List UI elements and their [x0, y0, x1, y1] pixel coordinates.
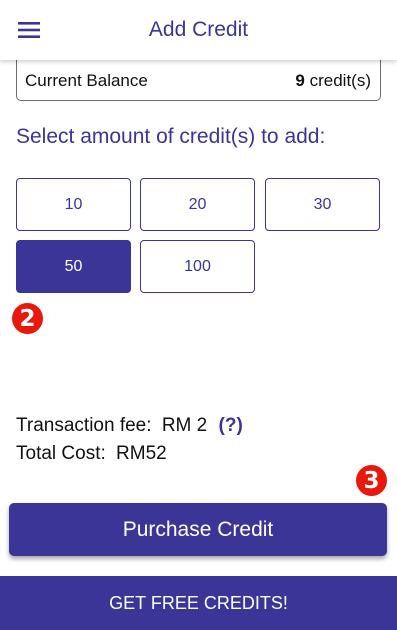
amount-option-20[interactable]: 20	[140, 178, 255, 231]
amount-option-100[interactable]: 100	[140, 240, 255, 293]
amount-option-50[interactable]: 50	[16, 240, 131, 293]
step-3-marker: 3	[356, 465, 387, 496]
select-amount-heading: Select amount of credit(s) to add:	[16, 125, 326, 148]
balance-label: Current Balance	[25, 71, 148, 90]
transaction-fee-line: Transaction fee: RM 2 (?)	[16, 415, 243, 437]
total-cost-label: Total Cost:	[16, 443, 106, 464]
page-title: Add Credit	[148, 18, 249, 41]
add-credit-screen: Add Credit Current Balance 9 credit(s) S…	[0, 0, 397, 630]
amount-option-10[interactable]: 10	[16, 178, 131, 231]
balance-unit: credit(s)	[304, 71, 371, 90]
balance-card: Current Balance 9 credit(s)	[16, 60, 381, 101]
transaction-fee-value: RM 2	[161, 415, 208, 436]
step-2-marker: 2	[12, 303, 43, 334]
purchase-credit-button[interactable]: Purchase Credit	[9, 503, 387, 556]
app-bar: Add Credit	[0, 0, 397, 60]
amount-option-30[interactable]: 30	[265, 178, 380, 231]
get-free-credits-button[interactable]: GET FREE CREDITS!	[0, 576, 397, 630]
total-cost-line: Total Cost: RM52	[16, 443, 167, 465]
transaction-fee-label: Transaction fee:	[16, 415, 152, 436]
balance-amount: 9	[295, 71, 305, 90]
balance-value: 9 credit(s)	[295, 71, 371, 91]
total-cost-value: RM52	[116, 443, 167, 464]
fee-help-link[interactable]: (?)	[219, 415, 243, 436]
